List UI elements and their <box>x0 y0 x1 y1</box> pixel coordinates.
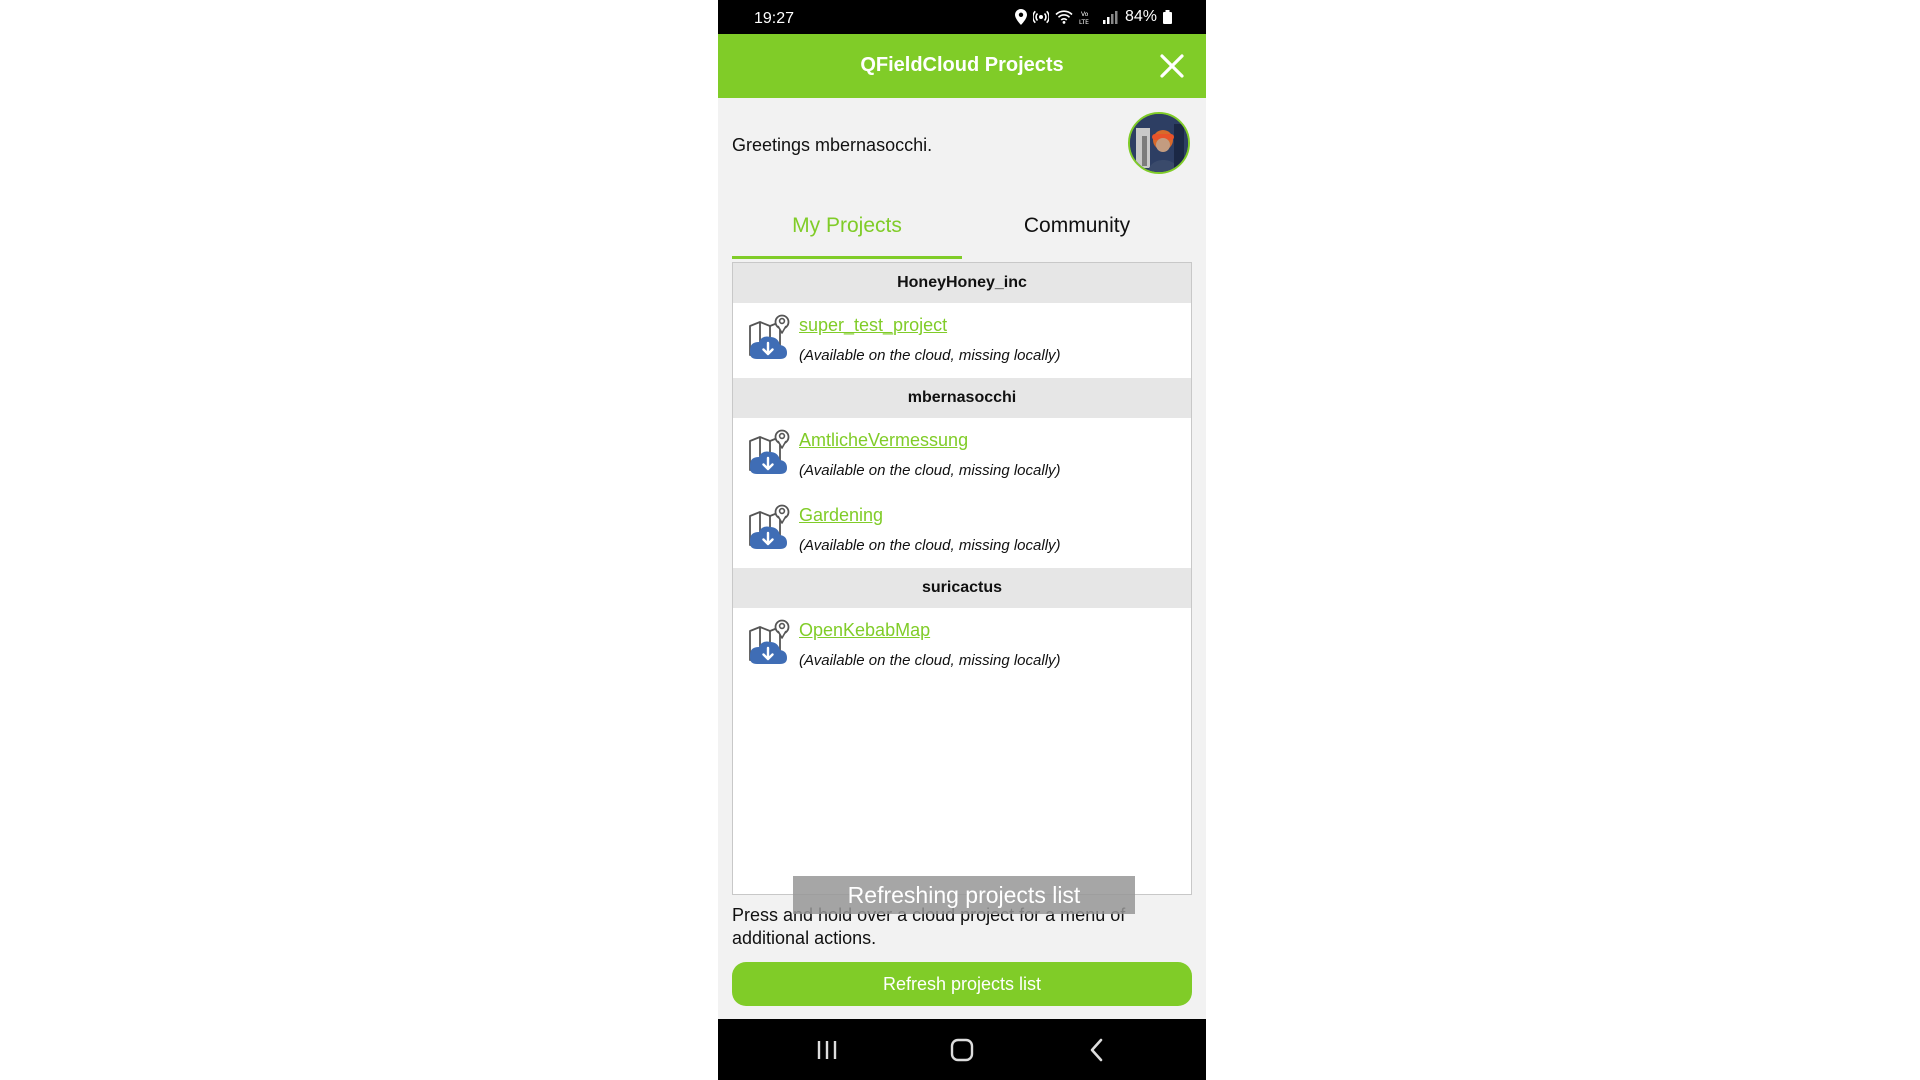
project-status: (Available on the cloud, missing locally… <box>799 652 1061 669</box>
back-icon <box>1090 1038 1103 1062</box>
avatar[interactable] <box>1128 112 1190 174</box>
battery-icon <box>1163 10 1172 24</box>
group-header: mbernasocchi <box>733 378 1191 418</box>
project-link[interactable]: AmtlicheVermessung <box>799 430 968 451</box>
status-icons: Vo LTE 84% <box>1014 8 1172 26</box>
status-time: 19:27 <box>754 10 795 27</box>
recents-button[interactable] <box>812 1035 842 1065</box>
cloud-download-map-icon <box>749 314 790 359</box>
svg-text:Vo: Vo <box>1081 11 1089 18</box>
tab-bar: My Projects Community <box>732 205 1192 259</box>
hotspot-icon <box>1032 10 1049 24</box>
wifi-icon <box>1055 10 1073 24</box>
cloud-download-map-icon <box>749 504 790 549</box>
group-header: HoneyHoney_inc <box>733 263 1191 303</box>
svg-text:LTE: LTE <box>1079 19 1089 25</box>
location-icon <box>1014 9 1027 25</box>
cloud-download-map-icon <box>749 619 790 664</box>
list-item[interactable]: AmtlicheVermessung (Available on the clo… <box>733 418 1191 493</box>
project-link[interactable]: Gardening <box>799 505 883 526</box>
group-header: suricactus <box>733 568 1191 608</box>
title-bar: QFieldCloud Projects <box>718 34 1206 98</box>
close-button[interactable] <box>1158 52 1186 80</box>
volte-icon: Vo LTE <box>1079 11 1089 25</box>
page-title: QFieldCloud Projects <box>860 54 1064 76</box>
greeting-text: Greetings mbernasocchi. <box>732 135 933 155</box>
cloud-download-map-icon <box>749 429 790 474</box>
navigation-bar <box>718 1019 1206 1080</box>
project-status: (Available on the cloud, missing locally… <box>799 462 1061 479</box>
tab-community[interactable]: Community <box>962 205 1192 259</box>
user-photo <box>1130 114 1188 172</box>
list-item[interactable]: super_test_project (Available on the clo… <box>733 303 1191 378</box>
phone-screen: 19:27 Vo LTE 84% QFieldCloud Projects Gr… <box>718 0 1206 1080</box>
close-icon <box>1160 54 1184 78</box>
signal-icon <box>1102 11 1118 24</box>
project-status: (Available on the cloud, missing locally… <box>799 347 1061 364</box>
home-button[interactable] <box>947 1035 977 1065</box>
battery-percent: 84% <box>1124 8 1157 25</box>
back-button[interactable] <box>1082 1035 1112 1065</box>
toast-message: Refreshing projects list <box>793 876 1135 914</box>
tab-my-projects[interactable]: My Projects <box>732 205 962 259</box>
list-item[interactable]: OpenKebabMap (Available on the cloud, mi… <box>733 608 1191 683</box>
project-status: (Available on the cloud, missing locally… <box>799 537 1061 554</box>
refresh-projects-button[interactable]: Refresh projects list <box>732 962 1192 1006</box>
recents-icon <box>817 1041 837 1059</box>
project-link[interactable]: OpenKebabMap <box>799 620 930 641</box>
project-list[interactable]: HoneyHoney_inc super_test_project (Avail… <box>732 262 1192 895</box>
list-item[interactable]: Gardening (Available on the cloud, missi… <box>733 493 1191 568</box>
project-link[interactable]: super_test_project <box>799 315 947 336</box>
home-icon <box>950 1038 974 1062</box>
status-bar: 19:27 Vo LTE 84% <box>718 0 1206 34</box>
